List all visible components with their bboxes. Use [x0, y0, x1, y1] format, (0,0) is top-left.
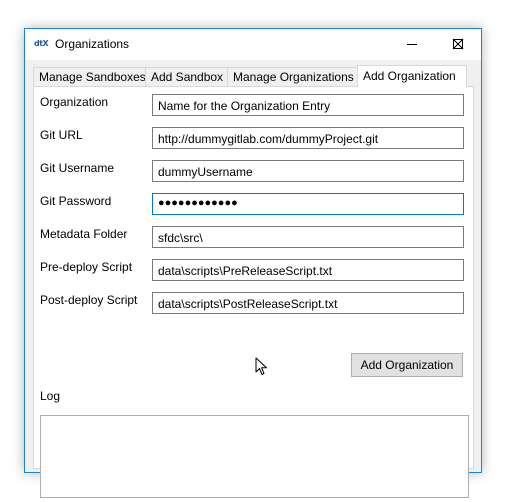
add-organization-panel: Organization Name for the Organization E…: [33, 86, 474, 498]
organizations-window: dtX Organizations Manage Sandboxes Add S…: [24, 28, 482, 498]
title-bar[interactable]: dtX Organizations: [25, 29, 481, 60]
tab-add-sandbox[interactable]: Add Sandbox: [145, 67, 228, 86]
post-deploy-script-input[interactable]: data\scripts\PostReleaseScript.txt: [152, 292, 464, 314]
post-deploy-script-label: Post-deploy Script: [40, 293, 138, 307]
organization-label: Organization: [40, 95, 109, 109]
tab-manage-sandboxes[interactable]: Manage Sandboxes: [33, 67, 146, 86]
minimize-icon: [407, 44, 417, 45]
close-icon: [452, 38, 464, 50]
log-label: Log: [40, 389, 61, 403]
tab-label: Manage Organizations: [233, 70, 354, 84]
git-password-input[interactable]: ●●●●●●●●●●●●: [152, 193, 464, 215]
git-url-label: Git URL: [40, 128, 83, 142]
tab-label: Add Organization: [363, 69, 456, 83]
log-textarea[interactable]: [40, 415, 469, 498]
git-url-input[interactable]: http://dummygitlab.com/dummyProject.git: [152, 127, 464, 149]
metadata-folder-label: Metadata Folder: [40, 227, 128, 241]
add-organization-button[interactable]: Add Organization: [351, 353, 463, 377]
git-username-input[interactable]: dummyUsername: [152, 160, 464, 182]
metadata-folder-input[interactable]: sfdc\src\: [152, 226, 464, 248]
tab-label: Manage Sandboxes: [39, 70, 146, 84]
git-password-label: Git Password: [40, 194, 112, 208]
git-username-label: Git Username: [40, 161, 115, 175]
window-title: Organizations: [55, 37, 130, 51]
tab-add-organization[interactable]: Add Organization: [357, 65, 467, 87]
close-button[interactable]: [435, 29, 481, 59]
tab-strip: Manage Sandboxes Add Sandbox Manage Orga…: [33, 65, 473, 87]
minimize-button[interactable]: [389, 29, 435, 59]
tab-label: Add Sandbox: [151, 70, 224, 84]
tab-manage-organizations[interactable]: Manage Organizations: [227, 67, 358, 86]
app-icon: dtX: [34, 39, 49, 48]
pre-deploy-script-input[interactable]: data\scripts\PreReleaseScript.txt: [152, 259, 464, 281]
pre-deploy-script-label: Pre-deploy Script: [40, 260, 133, 274]
organization-input[interactable]: Name for the Organization Entry: [152, 94, 464, 116]
mouse-pointer-icon: [255, 357, 267, 375]
